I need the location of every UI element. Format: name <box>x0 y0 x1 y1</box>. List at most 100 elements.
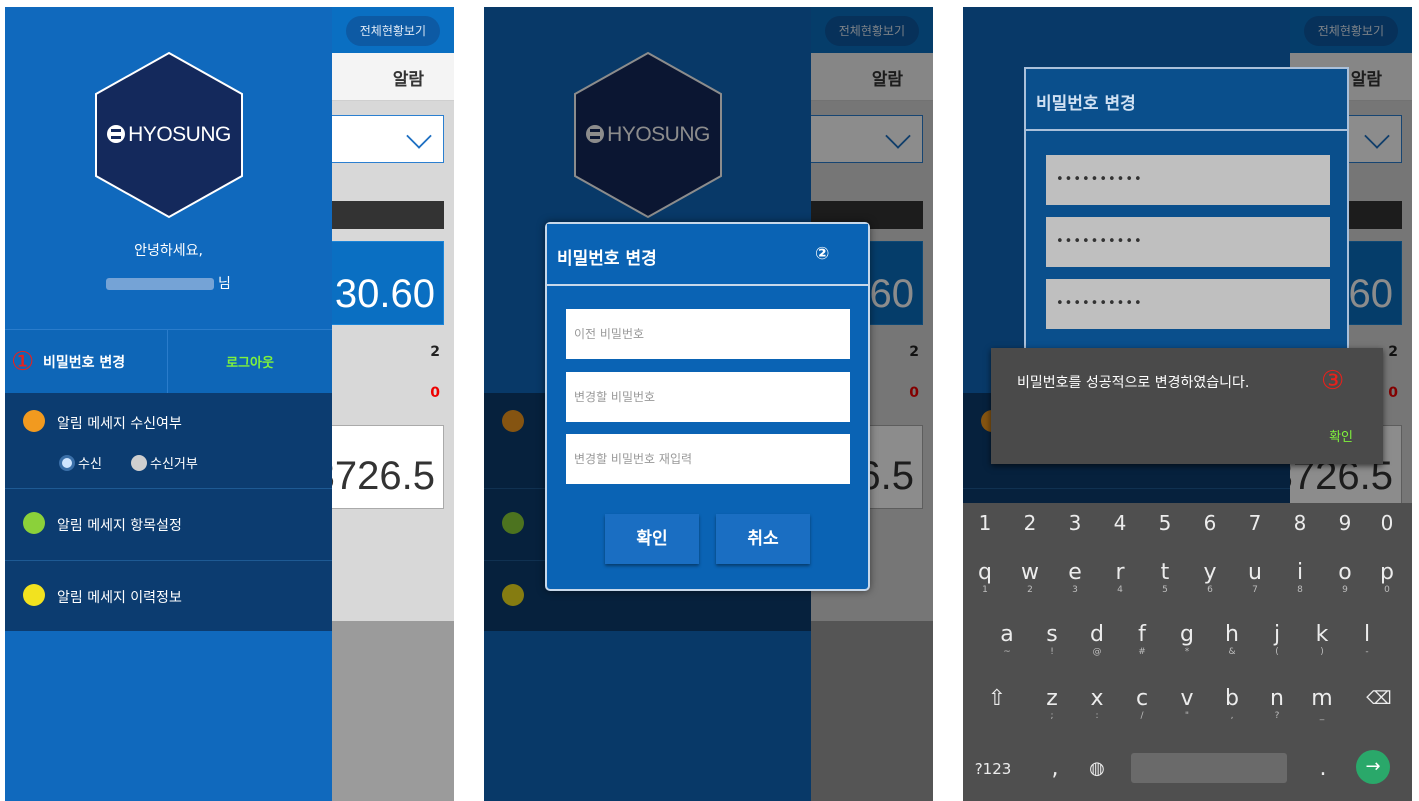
key-0[interactable]: 0 <box>1365 511 1409 535</box>
count-b: 0 <box>430 385 440 401</box>
blurred-username <box>106 278 215 290</box>
brand-logo: HYOSUNG <box>94 51 244 219</box>
key-h[interactable]: h & <box>1210 623 1254 658</box>
key-2[interactable]: 2 <box>1008 511 1052 535</box>
key-x[interactable]: x: <box>1075 687 1119 722</box>
key-p[interactable]: p0 <box>1365 561 1409 596</box>
key-b[interactable]: b, <box>1210 687 1254 722</box>
key-u[interactable]: u7 <box>1233 561 1277 596</box>
chevron-down-icon <box>406 123 432 149</box>
menu-item-notify-history[interactable]: 알림 메세지 이력정보 <box>5 561 332 633</box>
key-z[interactable]: z; <box>1030 687 1074 722</box>
key-j[interactable]: j( <box>1255 623 1299 658</box>
confirm-password-input[interactable]: 변경할 비밀번호 재입력 <box>566 434 850 484</box>
logout-button[interactable]: 로그아웃 <box>168 352 332 371</box>
key-t[interactable]: t5 <box>1143 561 1187 596</box>
dialog-title: 비밀번호 변경 <box>557 249 657 269</box>
step-marker-1: ① <box>11 347 35 377</box>
radio-receive-label: 수신 <box>78 457 102 472</box>
exclamation-icon <box>23 584 45 606</box>
key-a[interactable]: a ~ <box>985 623 1029 658</box>
menu-item-label: 알림 메세지 이력정보 <box>57 590 182 606</box>
key-5[interactable]: 5 <box>1143 511 1187 535</box>
old-password-input[interactable]: •••••••••• <box>1046 155 1330 205</box>
value-top: 30.60 <box>334 272 435 316</box>
change-password-dialog: 비밀번호 변경 •••••••••• •••••••••• •••••••••• <box>1024 67 1349 367</box>
user-name: 님 <box>5 273 332 293</box>
new-password-input[interactable]: •••••••••• <box>1046 217 1330 267</box>
key-g[interactable]: g * <box>1165 623 1209 658</box>
key-r[interactable]: r4 <box>1098 561 1142 596</box>
success-alert: 비밀번호를 성공적으로 변경하였습니다. ③ 확인 <box>991 348 1383 464</box>
count-a: 2 <box>430 344 440 360</box>
key-d[interactable]: d @ <box>1075 623 1119 658</box>
key-l[interactable]: l- <box>1345 623 1389 658</box>
key-v[interactable]: v " <box>1165 687 1209 722</box>
radio-reject-label: 수신거부 <box>150 457 198 472</box>
key-comma[interactable]: , <box>1033 757 1077 781</box>
key-i[interactable]: i8 <box>1278 561 1322 596</box>
key-7[interactable]: 7 <box>1233 511 1277 535</box>
key-period[interactable]: . <box>1301 757 1345 781</box>
key-1[interactable]: 1 <box>963 511 1007 535</box>
key-4[interactable]: 4 <box>1098 511 1142 535</box>
new-password-input[interactable]: 변경할 비밀번호 <box>566 372 850 422</box>
backspace-icon: ⌫ <box>1366 688 1392 709</box>
radio-on-icon <box>59 455 75 471</box>
dialog-title: 비밀번호 변경 <box>1036 94 1136 114</box>
old-password-input[interactable]: 이전 비밀번호 <box>566 309 850 359</box>
shift-key[interactable]: ⇧ <box>975 687 1019 711</box>
alert-ok-button[interactable]: 확인 <box>1329 426 1353 445</box>
user-suffix: 님 <box>218 276 231 292</box>
key-s[interactable]: s! <box>1030 623 1074 658</box>
dialog-header: 비밀번호 변경 ② <box>547 224 868 286</box>
step-marker-2: ② <box>815 244 830 264</box>
radio-receive[interactable]: 수신 <box>59 453 102 472</box>
backspace-key[interactable]: ⌫ <box>1357 687 1401 711</box>
key-c[interactable]: c / <box>1120 687 1164 722</box>
success-message: 비밀번호를 성공적으로 변경하였습니다. <box>1017 375 1250 391</box>
view-all-button[interactable]: 전체현황보기 <box>345 16 440 46</box>
bell-icon <box>23 410 45 432</box>
screen-drawer: 전체현황보기 알람 30.60 2 0 3726.5 HYOSUNG 안녕하세요… <box>5 7 454 801</box>
menu-item-notify-receive[interactable]: 알림 메세지 수신여부 수신 수신거부 <box>5 393 332 489</box>
change-password-label: 비밀번호 변경 <box>43 355 126 371</box>
step-marker-3: ③ <box>1321 366 1345 396</box>
confirm-password-input[interactable]: •••••••••• <box>1046 279 1330 329</box>
menu-item-label: 알림 메세지 항목설정 <box>57 518 182 534</box>
cancel-button[interactable]: 취소 <box>716 514 810 564</box>
key-e[interactable]: e3 <box>1053 561 1097 596</box>
menu-item-notify-settings[interactable]: 알림 메세지 항목설정 <box>5 489 332 561</box>
ok-button[interactable]: 확인 <box>605 514 699 564</box>
menu-section: 알림 메세지 수신여부 수신 수신거부 알림 메세지 항목설정 알림 메세지 이… <box>5 393 332 631</box>
next-key-icon[interactable]: → <box>1356 750 1390 784</box>
change-password-button[interactable]: ① 비밀번호 변경 <box>5 330 168 394</box>
key-f[interactable]: f # <box>1120 623 1164 658</box>
key-m[interactable]: m _ <box>1300 687 1344 722</box>
key-9[interactable]: 9 <box>1323 511 1367 535</box>
logo-text: HYOSUNG <box>128 123 231 146</box>
key-8[interactable]: 8 <box>1278 511 1322 535</box>
key-n[interactable]: n? <box>1255 687 1299 722</box>
screen-password-changed: 전체현황보기 알람 30.60 2 0 3726.5 비밀번호 변경 •••••… <box>963 7 1412 801</box>
symbols-key[interactable]: ?123 <box>969 757 1017 781</box>
dialog-header: 비밀번호 변경 <box>1026 69 1347 131</box>
key-3[interactable]: 3 <box>1053 511 1097 535</box>
key-k[interactable]: k) <box>1300 623 1344 658</box>
key-q[interactable]: q1 <box>963 561 1007 596</box>
space-key[interactable] <box>1131 753 1287 783</box>
radio-off-icon <box>131 455 147 471</box>
key-o[interactable]: o9 <box>1323 561 1367 596</box>
key-w[interactable]: w2 <box>1008 561 1052 596</box>
hyosung-mark-icon <box>107 125 126 143</box>
menu-item-label: 알림 메세지 수신여부 <box>57 416 182 432</box>
shift-icon: ⇧ <box>987 686 1007 711</box>
screen-change-password: 전체현황보기 알람 30.60 2 0 3726.5 HYOSUNG 비밀번호 … <box>484 7 933 801</box>
key-6[interactable]: 6 <box>1188 511 1232 535</box>
list-icon <box>23 512 45 534</box>
key-y[interactable]: y6 <box>1188 561 1232 596</box>
radio-reject[interactable]: 수신거부 <box>131 453 198 472</box>
alarm-tab-label: 알람 <box>392 70 424 90</box>
side-drawer: HYOSUNG 안녕하세요, 님 ① 비밀번호 변경 로그아웃 알림 메세지 수… <box>5 7 332 801</box>
language-key[interactable]: ◍ <box>1075 757 1119 781</box>
